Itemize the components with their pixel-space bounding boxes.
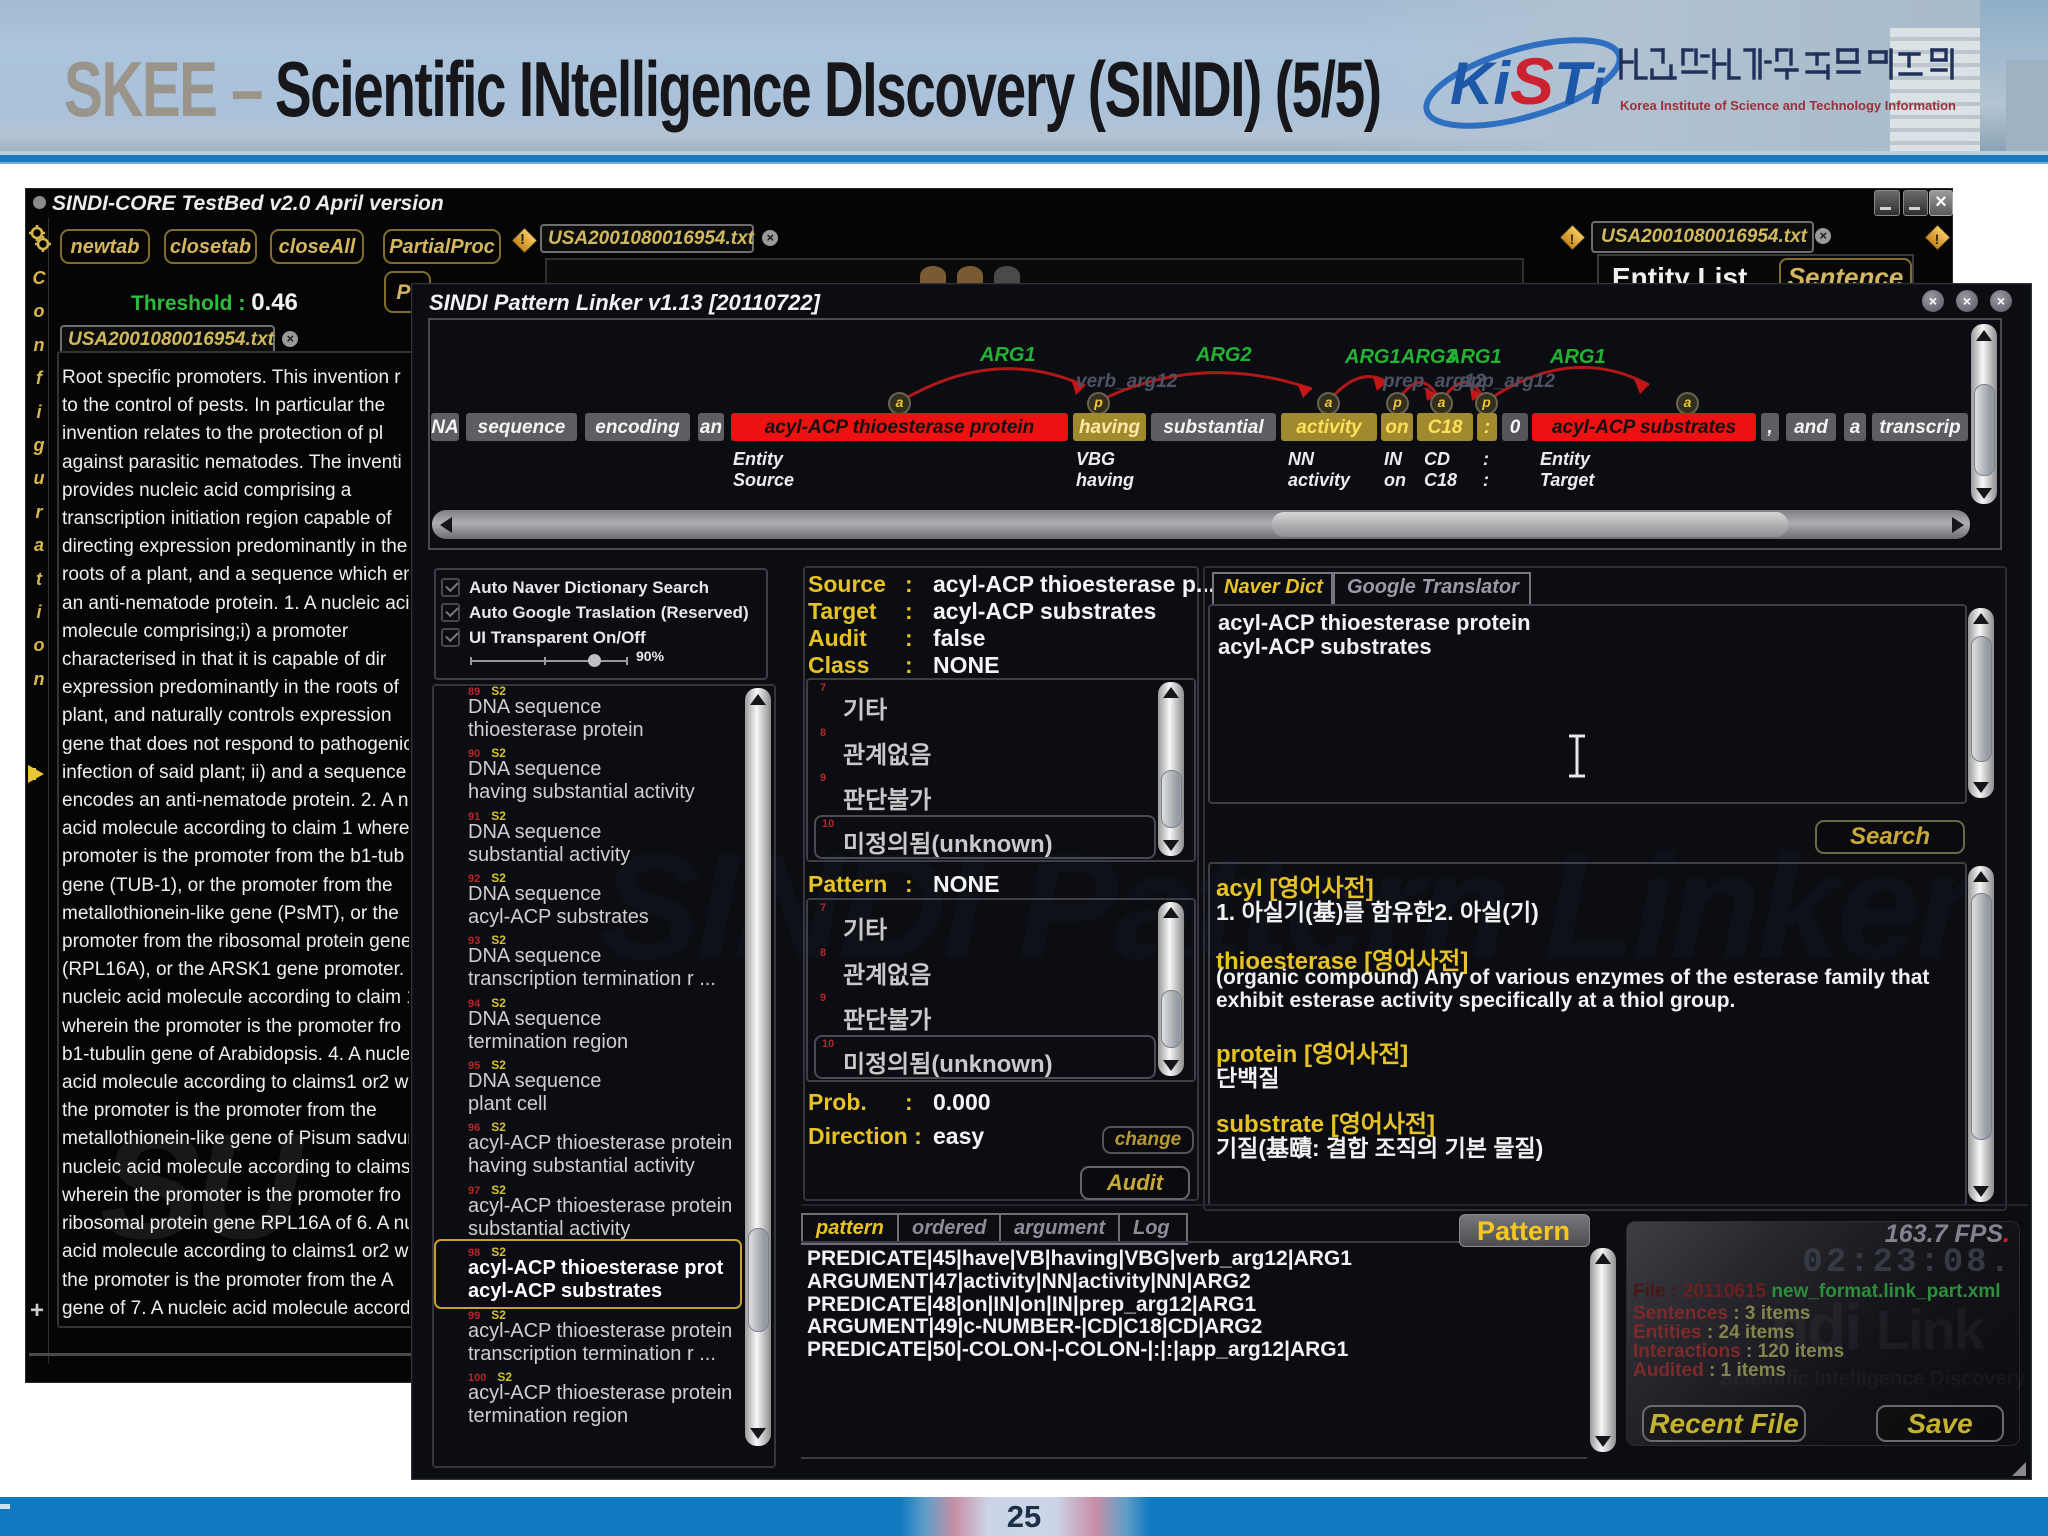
svg-text:KiSTi: KiSTi [1450,44,1606,118]
svg-text:Korea Institute of Science and: Korea Institute of Science and Technolog… [1620,98,1956,113]
